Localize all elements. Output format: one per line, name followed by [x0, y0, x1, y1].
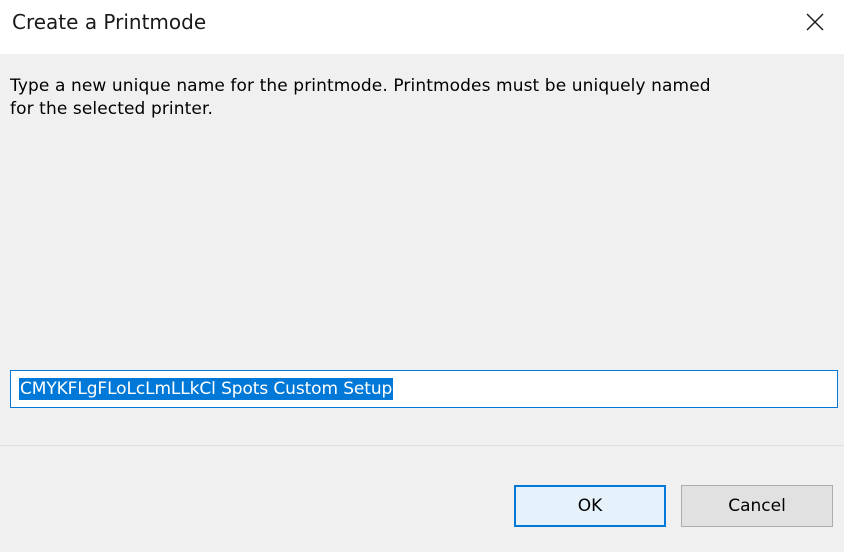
- dialog-title: Create a Printmode: [12, 10, 207, 34]
- dialog-body: Type a new unique name for the printmode…: [0, 54, 844, 446]
- cancel-button[interactable]: Cancel: [681, 485, 833, 527]
- title-bar: Create a Printmode: [0, 0, 844, 54]
- close-button[interactable]: [786, 0, 844, 44]
- close-icon: [806, 13, 824, 31]
- printmode-name-input[interactable]: CMYKFLgFLoLcLmLLkCl Spots Custom Setup: [10, 370, 838, 408]
- ok-button[interactable]: OK: [514, 485, 666, 527]
- printmode-name-value[interactable]: CMYKFLgFLoLcLmLLkCl Spots Custom Setup: [19, 378, 394, 400]
- dialog-window: Create a Printmode Type a new unique nam…: [0, 0, 844, 552]
- dialog-footer: OK Cancel: [0, 446, 844, 552]
- prompt-line-2: for the selected printer.: [10, 99, 213, 119]
- prompt-text: Type a new unique name for the printmode…: [10, 75, 840, 121]
- prompt-line-1: Type a new unique name for the printmode…: [10, 76, 711, 96]
